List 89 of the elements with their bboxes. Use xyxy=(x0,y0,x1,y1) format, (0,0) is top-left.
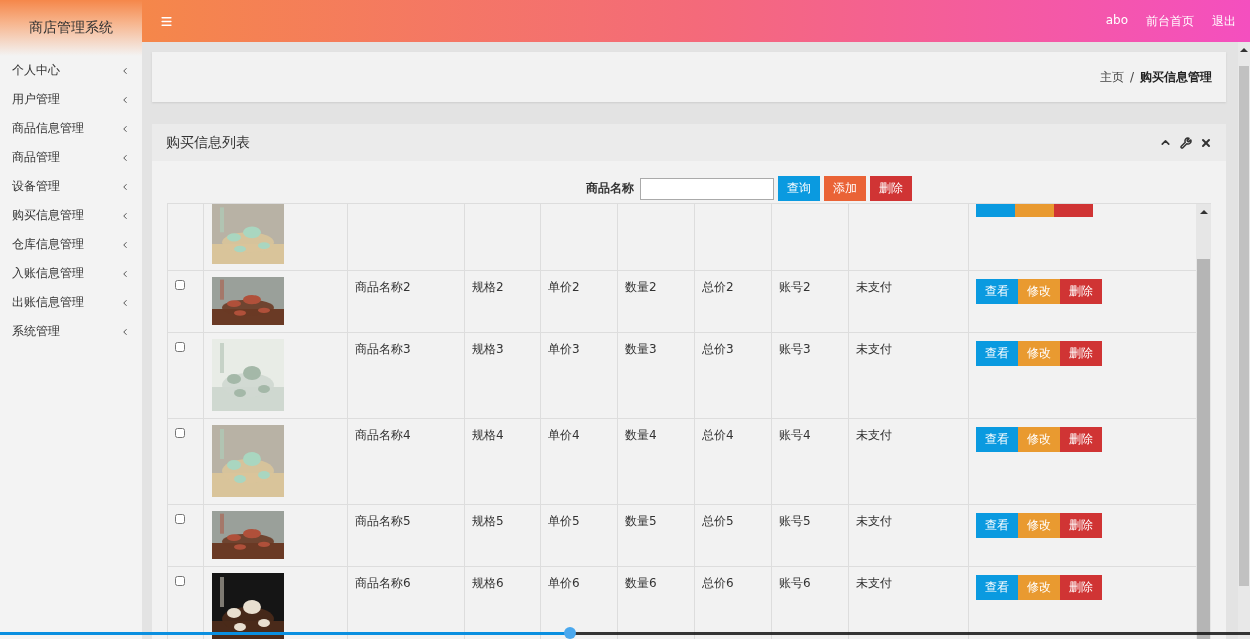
table-cell: 单价6 xyxy=(548,576,580,590)
row-checkbox[interactable] xyxy=(175,280,185,290)
table-cell: 总价3 xyxy=(702,342,734,356)
table-cell: 数量4 xyxy=(625,428,657,442)
nav-link[interactable]: 退出 xyxy=(1212,12,1236,30)
table-cell: 总价2 xyxy=(702,280,734,294)
wrench-icon[interactable] xyxy=(1180,136,1192,149)
panel-title: 购买信息列表 xyxy=(166,133,250,152)
row-checkbox[interactable] xyxy=(175,514,185,524)
sidebar-item[interactable]: 用户管理 xyxy=(0,85,142,114)
table-cell: 总价6 xyxy=(702,576,734,590)
table-cell: 未支付 xyxy=(856,514,892,528)
table-cell: 商品名称3 xyxy=(355,342,411,356)
view-button[interactable]: 查看 xyxy=(976,341,1018,366)
add-button[interactable]: 添加 xyxy=(824,176,866,201)
table-cell: 数量2 xyxy=(625,280,657,294)
table-cell: 未支付 xyxy=(856,280,892,294)
row-checkbox[interactable] xyxy=(175,576,185,586)
sidebar-item[interactable]: 购买信息管理 xyxy=(0,201,142,230)
sidebar-item[interactable]: 个人中心 xyxy=(0,56,142,85)
view-button[interactable]: 查看 xyxy=(976,279,1018,304)
sidebar-item[interactable]: 出账信息管理 xyxy=(0,288,142,317)
menu-icon[interactable] xyxy=(160,14,173,28)
table-cell: 规格5 xyxy=(472,514,504,528)
breadcrumb-item[interactable]: 主页 xyxy=(1099,68,1124,86)
view-button[interactable]: 查看 xyxy=(976,513,1018,538)
sidebar-item[interactable]: 系统管理 xyxy=(0,317,142,346)
table-cell: 总价5 xyxy=(702,514,734,528)
table-cell: 规格2 xyxy=(472,280,504,294)
table-cell: 账号3 xyxy=(779,342,811,356)
table-cell: 未支付 xyxy=(856,576,892,590)
table-scrollbar[interactable] xyxy=(1196,204,1211,639)
chevron-left-icon xyxy=(120,297,130,308)
view-button[interactable]: 查看 xyxy=(976,427,1018,452)
table-cell: 商品名称4 xyxy=(355,428,411,442)
video-progress-track[interactable] xyxy=(0,631,1250,635)
table-cell: 账号4 xyxy=(779,428,811,442)
chevron-left-icon xyxy=(120,152,130,163)
chevron-left-icon xyxy=(120,65,130,76)
view-button[interactable]: 查看 xyxy=(976,575,1018,600)
app-title: 商店管理系统 xyxy=(0,0,142,56)
row-checkbox[interactable] xyxy=(175,428,185,438)
row-checkbox[interactable] xyxy=(175,342,185,352)
table-cell: 规格6 xyxy=(472,576,504,590)
table-cell: 规格3 xyxy=(472,342,504,356)
chevron-left-icon xyxy=(120,326,130,337)
breadcrumb-item: 购买信息管理 xyxy=(1140,68,1212,86)
table-cell: 数量3 xyxy=(625,342,657,356)
table-cell: 账号2 xyxy=(779,280,811,294)
table-cell: 数量5 xyxy=(625,514,657,528)
search-label: 商品名称 xyxy=(586,180,634,197)
page-scrollbar[interactable] xyxy=(1238,42,1250,639)
table-cell: 未支付 xyxy=(856,342,892,356)
nav-link[interactable]: 前台首页 xyxy=(1146,12,1194,30)
delete-button[interactable]: 删除 xyxy=(1060,341,1102,366)
table-cell: 总价4 xyxy=(702,428,734,442)
sidebar-item[interactable]: 设备管理 xyxy=(0,172,142,201)
search-button[interactable]: 查询 xyxy=(778,176,820,201)
delete-button[interactable]: 删除 xyxy=(870,176,912,201)
table-cell: 账号5 xyxy=(779,514,811,528)
delete-button[interactable]: 删除 xyxy=(1060,279,1102,304)
sidebar-item[interactable]: 商品信息管理 xyxy=(0,114,142,143)
sidebar-item[interactable]: 仓库信息管理 xyxy=(0,230,142,259)
delete-button[interactable]: 删除 xyxy=(1060,575,1102,600)
close-icon[interactable] xyxy=(1200,136,1212,149)
chevron-left-icon xyxy=(120,210,130,221)
table-cell: 账号6 xyxy=(779,576,811,590)
table-cell: 单价4 xyxy=(548,428,580,442)
breadcrumb-separator: / xyxy=(1129,70,1134,84)
chevron-left-icon xyxy=(120,239,130,250)
table-cell: 单价5 xyxy=(548,514,580,528)
username[interactable]: abo xyxy=(1105,12,1128,30)
chevron-left-icon xyxy=(120,181,130,192)
chevron-left-icon xyxy=(120,94,130,105)
table-cell: 商品名称2 xyxy=(355,280,411,294)
delete-button[interactable]: 删除 xyxy=(1060,513,1102,538)
table-cell: 商品名称5 xyxy=(355,514,411,528)
table-cell: 商品名称6 xyxy=(355,576,411,590)
table-cell: 未支付 xyxy=(856,428,892,442)
table-cell: 单价2 xyxy=(548,280,580,294)
table-cell: 单价3 xyxy=(548,342,580,356)
sidebar-item[interactable]: 商品管理 xyxy=(0,143,142,172)
delete-button[interactable]: 删除 xyxy=(1060,427,1102,452)
table-cell: 规格4 xyxy=(472,428,504,442)
search-field[interactable] xyxy=(640,177,774,200)
chevron-left-icon xyxy=(120,123,130,134)
chevron-left-icon xyxy=(120,268,130,279)
table-cell: 数量6 xyxy=(625,576,657,590)
sidebar-item[interactable]: 入账信息管理 xyxy=(0,259,142,288)
